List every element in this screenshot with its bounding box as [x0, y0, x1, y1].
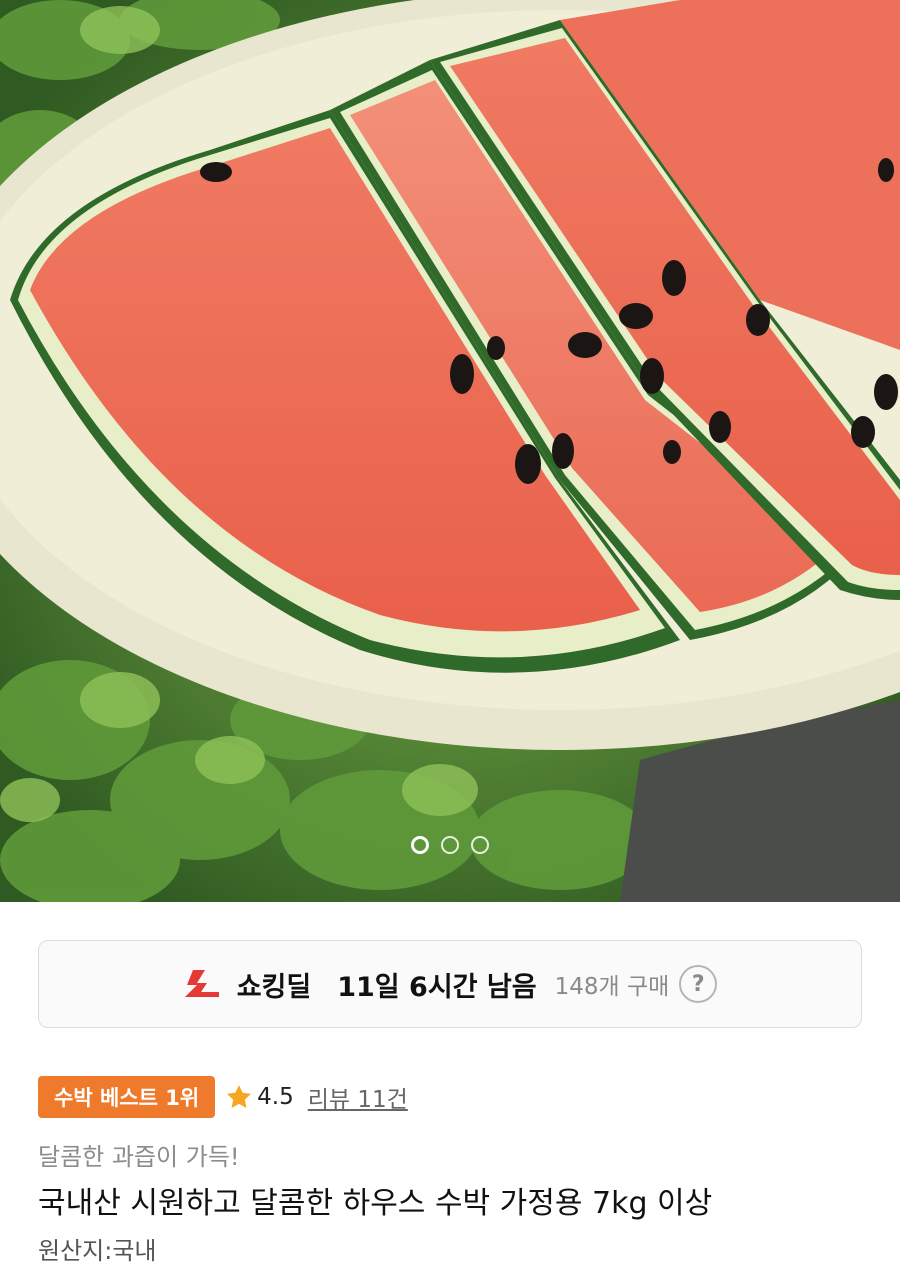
product-meta-row: 수박 베스트 1위 4.5 리뷰 11건	[38, 1076, 408, 1118]
carousel-pagination	[0, 836, 900, 854]
pagination-dot-2[interactable]	[441, 836, 459, 854]
star-icon	[227, 1085, 252, 1108]
deal-name: 쇼킹딜	[236, 971, 312, 1003]
pagination-dot-3[interactable]	[471, 836, 489, 854]
product-subtitle: 달콤한 과즙이 가득!	[38, 1143, 240, 1171]
purchase-count: 148개 구매	[554, 974, 670, 1000]
rating-value: 4.5	[257, 1084, 294, 1110]
pagination-dot-1[interactable]	[411, 836, 429, 854]
product-image	[0, 0, 900, 902]
shocking-deal-banner[interactable]: 쇼킹딜 11일 6시간 남음 148개 구매 ?	[38, 940, 862, 1028]
best-rank-badge: 수박 베스트 1위	[38, 1076, 216, 1118]
review-count-link[interactable]: 리뷰 11건	[308, 1080, 408, 1114]
product-title: 국내산 시원하고 달콤한 하우스 수박 가정용 7kg 이상	[38, 1186, 713, 1221]
question-circle-icon[interactable]: ?	[679, 965, 718, 1003]
lightning-icon	[184, 970, 219, 997]
deal-time-left: 11일 6시간 남음	[337, 971, 537, 1003]
product-origin: 원산지:국내	[38, 1237, 157, 1265]
product-image-carousel[interactable]	[0, 0, 900, 902]
